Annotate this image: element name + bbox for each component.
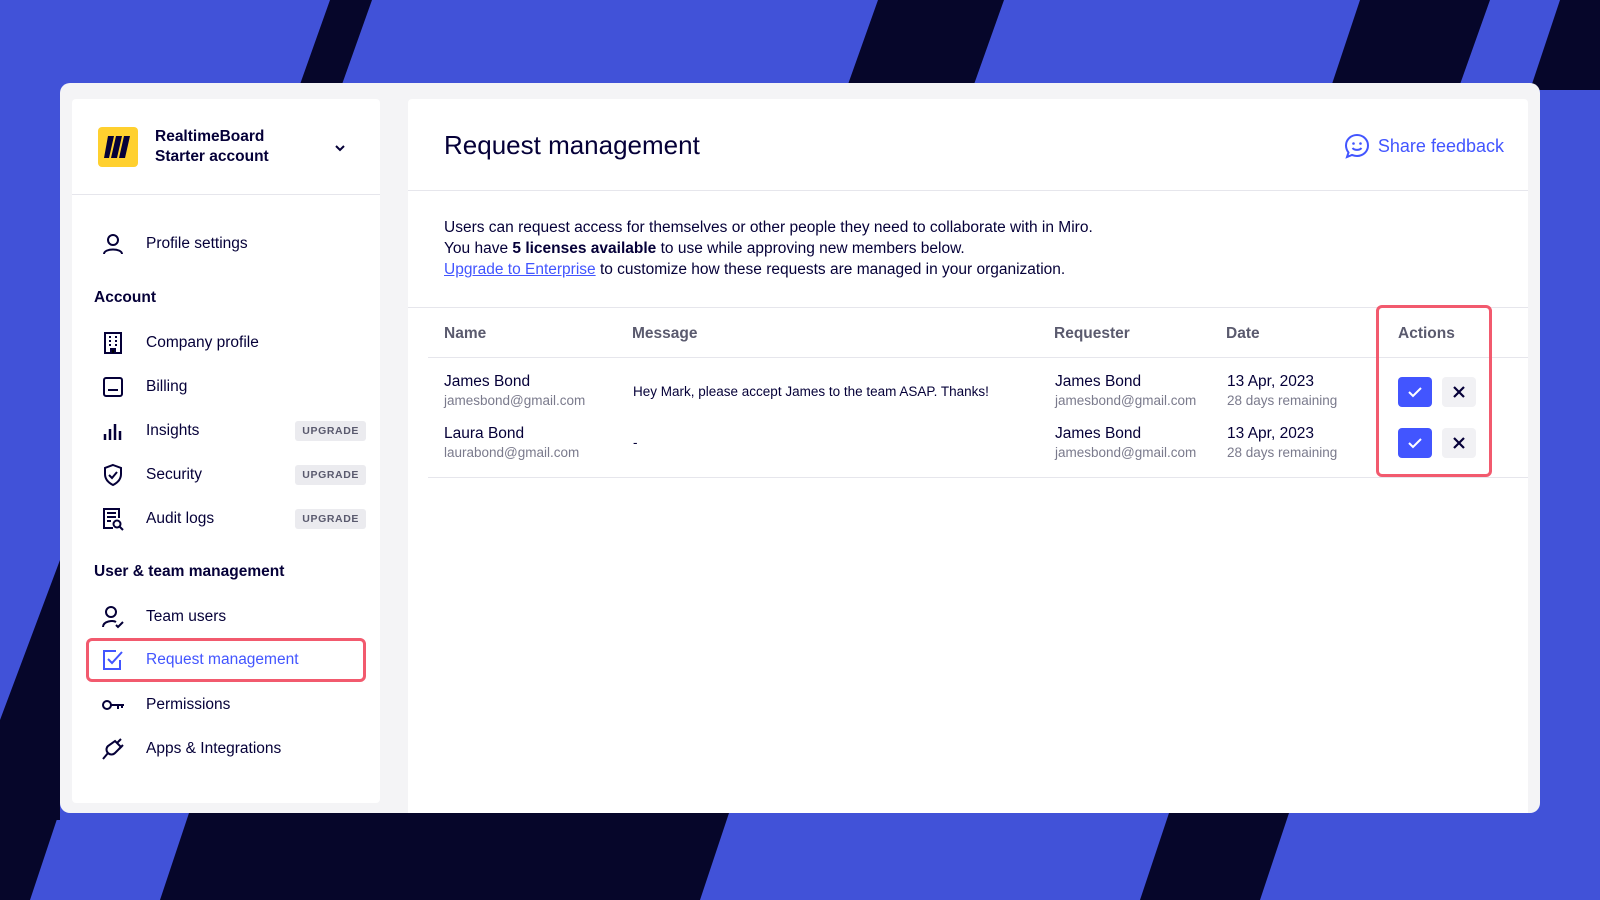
sidebar-item-request-management[interactable]: Request management: [86, 638, 366, 682]
checkbox-icon: [100, 647, 126, 673]
requester-name: James Bond: [1055, 425, 1142, 442]
close-icon: [1453, 386, 1465, 398]
request-message: Hey Mark, please accept James to the tea…: [633, 384, 989, 399]
upgrade-enterprise-link[interactable]: Upgrade to Enterprise: [444, 261, 596, 278]
page-title: Request management: [444, 130, 700, 160]
sidebar-item-label: Permissions: [146, 696, 231, 713]
request-email: jamesbond@gmail.com: [444, 393, 586, 408]
request-name: James Bond: [444, 373, 531, 390]
sidebar-item-label: Insights: [146, 422, 200, 439]
sidebar-item-audit-logs[interactable]: Audit logs UPGRADE: [86, 497, 366, 541]
miro-logo-icon: [98, 126, 138, 167]
account-org-name: RealtimeBoard: [155, 127, 265, 145]
sidebar-item-label: Team users: [146, 608, 227, 625]
sidebar-item-label: Billing: [146, 378, 188, 395]
upgrade-badge[interactable]: UPGRADE: [295, 509, 366, 529]
close-icon: [1453, 437, 1465, 449]
sidebar-item-team-users[interactable]: Team users: [86, 595, 366, 639]
audit-log-icon: [100, 506, 126, 532]
feedback-smiley-icon: [1344, 133, 1370, 159]
sidebar-item-insights[interactable]: Insights UPGRADE: [86, 409, 366, 453]
settings-card: RealtimeBoard Starter account Profile se…: [60, 83, 1540, 813]
check-icon: [1408, 387, 1422, 398]
request-message: -: [633, 435, 638, 450]
table-header-divider: [428, 357, 1528, 358]
requester-email: jamesbond@gmail.com: [1055, 393, 1197, 408]
account-section-title: Account: [94, 289, 156, 306]
sidebar-item-billing[interactable]: Billing: [86, 365, 366, 409]
days-remaining: 28 days remaining: [1227, 393, 1338, 408]
column-header-requester: Requester: [1054, 325, 1130, 342]
building-icon: [100, 330, 126, 356]
sidebar-item-apps-integrations[interactable]: Apps & Integrations: [86, 727, 366, 771]
sidebar-item-label: Apps & Integrations: [146, 740, 282, 757]
user-icon: [100, 231, 126, 257]
intro-line-3: Upgrade to Enterprise to customize how t…: [444, 261, 1066, 278]
share-feedback-label: Share feedback: [1377, 135, 1504, 156]
sidebar-item-label: Profile settings: [146, 235, 248, 252]
user-check-icon: [100, 604, 126, 630]
sidebar-item-label: Audit logs: [146, 510, 215, 527]
sidebar-item-label: Company profile: [146, 334, 259, 351]
main-panel: Request management Share feedback Users …: [408, 99, 1528, 813]
sidebar-item-label: Request management: [146, 651, 299, 668]
account-plan: Starter account: [155, 147, 269, 165]
key-icon: [100, 692, 126, 718]
share-feedback-link[interactable]: Share feedback: [1344, 133, 1504, 159]
shield-icon: [100, 462, 126, 488]
intro-line-2: You have 5 licenses available to use whi…: [444, 240, 965, 257]
decline-button[interactable]: [1442, 428, 1476, 458]
bar-chart-icon: [100, 418, 126, 444]
decline-button[interactable]: [1442, 377, 1476, 407]
check-icon: [1408, 438, 1422, 449]
sidebar: RealtimeBoard Starter account Profile se…: [72, 99, 380, 803]
chevron-down-icon[interactable]: [334, 139, 346, 157]
account-switcher[interactable]: RealtimeBoard Starter account: [72, 99, 380, 195]
sidebar-item-security[interactable]: Security UPGRADE: [86, 453, 366, 497]
request-date: 13 Apr, 2023: [1227, 425, 1315, 442]
sidebar-item-label: Security: [146, 466, 202, 483]
sidebar-item-permissions[interactable]: Permissions: [86, 683, 366, 727]
upgrade-badge[interactable]: UPGRADE: [295, 465, 366, 485]
approve-button[interactable]: [1398, 428, 1432, 458]
intro-text: Users can request access for themselves …: [444, 217, 1093, 280]
requester-email: jamesbond@gmail.com: [1055, 445, 1197, 460]
requester-name: James Bond: [1055, 373, 1142, 390]
main-header: Request management Share feedback: [408, 99, 1528, 191]
table-bottom-divider: [428, 477, 1528, 478]
request-name: Laura Bond: [444, 425, 525, 442]
intro-line-1: Users can request access for themselves …: [444, 219, 1093, 236]
sidebar-item-profile-settings[interactable]: Profile settings: [86, 222, 366, 266]
upgrade-badge[interactable]: UPGRADE: [295, 421, 366, 441]
plug-icon: [100, 736, 126, 762]
request-date: 13 Apr, 2023: [1227, 373, 1315, 390]
licenses-available: 5 licenses available: [512, 240, 657, 257]
sidebar-item-company-profile[interactable]: Company profile: [86, 321, 366, 365]
billing-icon: [100, 374, 126, 400]
request-email: laurabond@gmail.com: [444, 445, 580, 460]
column-header-name: Name: [444, 325, 487, 342]
days-remaining: 28 days remaining: [1227, 445, 1338, 460]
approve-button[interactable]: [1398, 377, 1432, 407]
table-top-divider: [408, 307, 1528, 308]
column-header-date: Date: [1226, 325, 1260, 342]
column-header-message: Message: [632, 325, 698, 342]
team-section-title: User & team management: [94, 563, 285, 580]
